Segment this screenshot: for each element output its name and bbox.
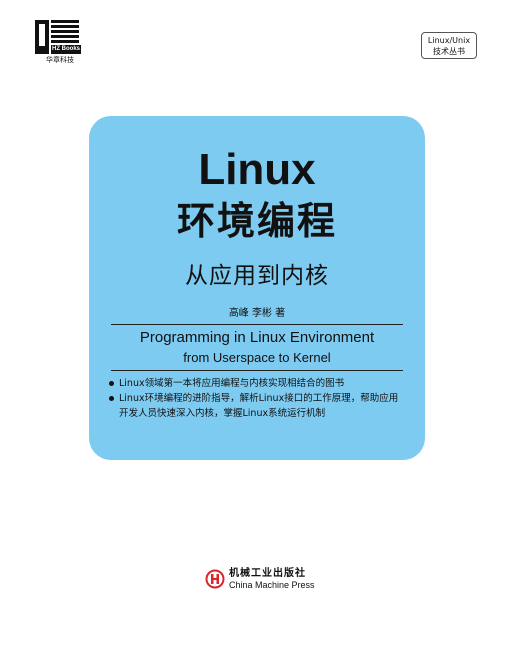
subtitle-chinese: 从应用到内核: [185, 263, 329, 289]
bullet-item: Linux环境编程的进阶指导，解析Linux接口的工作原理，帮助应用开发人员快速…: [107, 391, 407, 421]
bullet-text: Linux环境编程的进阶指导，解析Linux接口的工作原理，帮助应用开发人员快速…: [119, 393, 399, 419]
bullet-icon: [109, 396, 114, 401]
bullet-text: Linux领域第一本将应用编程与内核实现相结合的图书: [119, 378, 345, 389]
publisher-name-zh: 机械工业出版社: [229, 568, 306, 579]
english-title: Programming in Linux Environment: [139, 329, 375, 346]
cmp-emblem-icon: [205, 569, 225, 589]
feature-bullets: Linux领域第一本将应用编程与内核实现相结合的图书 Linux环境编程的进阶指…: [107, 376, 407, 421]
bullet-icon: [109, 381, 114, 386]
divider-top: [111, 324, 403, 325]
authors: 高峰 李彬 著: [228, 308, 286, 319]
publisher-name-en: China Machine Press: [229, 580, 315, 590]
logo-imprint: HZ Books: [51, 45, 81, 54]
cover-panel: Linux 环境编程 从应用到内核 高峰 李彬 著 Programming in…: [89, 116, 425, 460]
title-chinese: 环境编程: [176, 199, 337, 243]
publisher-logo: 机械工业出版社 China Machine Press: [205, 568, 325, 594]
hzbooks-logo: HZ Books 华章科技: [35, 20, 85, 64]
title-linux: Linux: [198, 145, 316, 194]
logo-caption: 华章科技: [46, 56, 74, 64]
bullet-item: Linux领域第一本将应用编程与内核实现相结合的图书: [107, 376, 407, 391]
english-subtitle: from Userspace to Kernel: [183, 350, 331, 365]
divider-bottom: [111, 370, 403, 371]
logo-stripes: [51, 20, 79, 44]
series-badge-line2: 技术丛书: [433, 47, 465, 56]
logo-book-mark: [35, 20, 49, 54]
series-badge-line1: Linux/Unix: [427, 36, 471, 45]
series-badge: Linux/Unix 技术丛书: [421, 32, 477, 59]
